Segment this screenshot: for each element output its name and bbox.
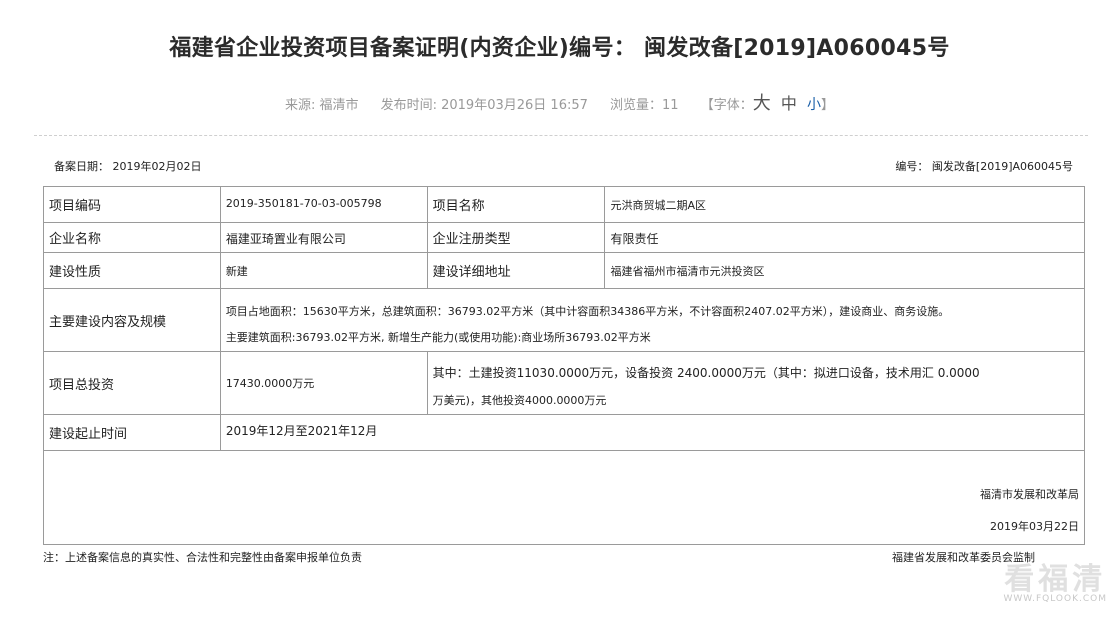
period-label: 建设起止时间: [43, 414, 221, 451]
investment-detail-line-1: 其中：土建投资11030.0000万元，设备投资 2400.0000万元（其中：…: [432, 366, 980, 380]
company-type-label: 企业注册类型: [426, 222, 606, 253]
table-row: 建设起止时间 2019年12月至2021年12月: [43, 414, 1086, 451]
table-row: 项目总投资 17430.0000万元 其中：土建投资11030.0000万元，设…: [43, 351, 1086, 415]
company-value: 福建亚琦置业有限公司: [219, 222, 428, 253]
view-count: 浏览量：11: [610, 98, 679, 113]
page-title: 福建省企业投资项目备案证明(内资企业)编号： 闽发改备[2019]A060045…: [169, 36, 950, 61]
table-row: 企业名称 福建亚琦置业有限公司 企业注册类型 有限责任: [43, 222, 1085, 253]
project-code-label: 项目编码: [43, 186, 221, 223]
sign-organization: 福清市发展和改革局: [980, 488, 1079, 501]
disclaimer-note: 注：上述备案信息的真实性、合法性和完整性由备案申报单位负责: [43, 551, 362, 564]
company-label: 企业名称: [43, 222, 221, 253]
font-large-link[interactable]: 大: [753, 93, 771, 114]
font-size-switcher: 【字体：大 中 小】: [701, 89, 834, 115]
source-text: 来源: 福清市: [284, 98, 359, 113]
project-name-label: 项目名称: [426, 186, 606, 223]
font-medium-link[interactable]: 中: [781, 94, 797, 113]
investment-label: 项目总投资: [43, 351, 221, 415]
table-row: 福清市发展和改革局 2019年03月22日: [43, 450, 1085, 545]
sign-date: 2019年03月22日: [990, 520, 1079, 533]
address-label: 建设详细地址: [426, 252, 606, 289]
watermark-url: WWW.FQLOOK.COM: [1003, 594, 1107, 604]
project-code-value: 2019-350181-70-03-005798: [219, 186, 428, 223]
content-value: 项目占地面积：15630平方米，总建筑面积：36793.02平方米（其中计容面积…: [219, 288, 1086, 352]
project-name-value: 元洪商贸城二期A区: [604, 186, 1085, 223]
font-small-link[interactable]: 小: [807, 97, 821, 113]
investment-value: 17430.0000万元: [219, 351, 428, 415]
signature-cell: 福清市发展和改革局 2019年03月22日: [43, 450, 1085, 545]
table-row: 主要建设内容及规模 项目占地面积：15630平方米，总建筑面积：36793.02…: [43, 288, 1086, 352]
content-line-2: 主要建筑面积:36793.02平方米, 新增生产能力(或使用功能):商业场所36…: [225, 331, 651, 344]
company-type-value: 有限责任: [604, 222, 1085, 253]
table-row: 建设性质 新建 建设详细地址 福建省福州市福清市元洪投资区: [43, 252, 1085, 289]
publish-time: 发布时间: 2019年03月26日 16:57: [380, 98, 588, 113]
nature-label: 建设性质: [43, 252, 221, 289]
period-value: 2019年12月至2021年12月: [219, 414, 1086, 451]
font-label-open: 【字体：: [700, 98, 753, 113]
nature-value: 新建: [219, 252, 428, 289]
content-line-1: 项目占地面积：15630平方米，总建筑面积：36793.02平方米（其中计容面积…: [225, 305, 950, 318]
watermark-logo-text: 看福清: [1004, 562, 1107, 597]
address-value: 福建省福州市福清市元洪投资区: [604, 252, 1085, 289]
site-watermark: 看福清 WWW.FQLOOK.COM: [1003, 554, 1107, 604]
dashed-divider: [34, 135, 1088, 136]
record-table: 项目编码 2019-350181-70-03-005798 项目名称 元洪商贸城…: [43, 186, 1086, 545]
table-row: 项目编码 2019-350181-70-03-005798 项目名称 元洪商贸城…: [43, 186, 1085, 223]
investment-detail-line-2: 万美元)，其他投资4000.0000万元: [432, 394, 607, 407]
record-number: 编号： 闽发改备[2019]A060045号: [895, 160, 1073, 173]
investment-detail: 其中：土建投资11030.0000万元，设备投资 2400.0000万元（其中：…: [426, 351, 1086, 415]
record-date: 备案日期： 2019年02月02日: [54, 160, 202, 173]
content-label: 主要建设内容及规模: [43, 288, 221, 352]
article-meta: 来源: 福清市 发布时间: 2019年03月26日 16:57 浏览量：11 【…: [0, 89, 1119, 115]
font-label-close: 】: [821, 98, 835, 113]
